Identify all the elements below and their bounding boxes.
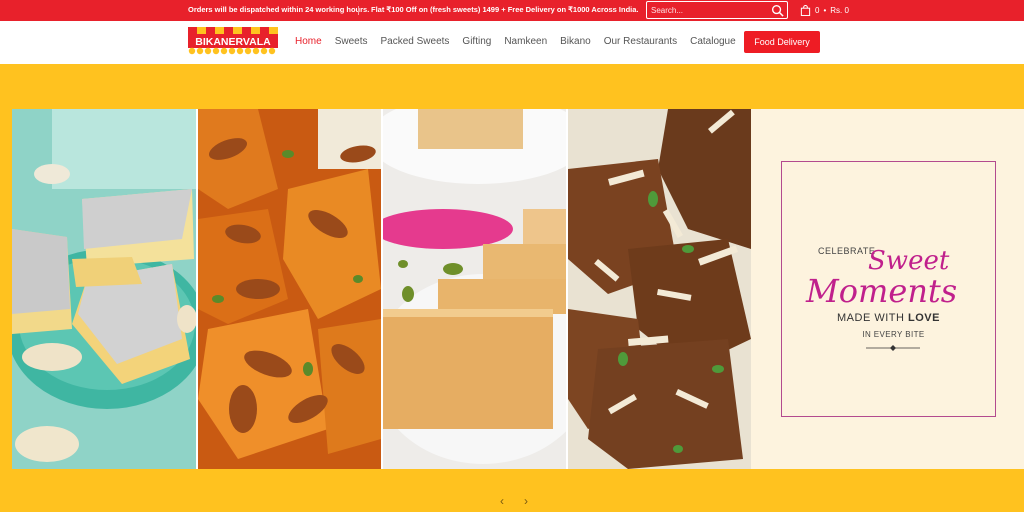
promo-card: CELEBRATE Sweet Moments MADE WITH LOVE I… <box>781 161 996 417</box>
nav-sweets[interactable]: Sweets <box>335 36 368 47</box>
cart-total: Rs. 0 <box>830 5 849 15</box>
in-every-bite-text: IN EVERY BITE <box>862 330 925 339</box>
offer-message: Flat ₹100 Off on (fresh sweets) 1499 + F… <box>371 5 639 14</box>
cart-separator: • <box>823 5 827 15</box>
dry-fruit-bite-image <box>568 109 751 469</box>
nav-home[interactable]: Home <box>295 36 322 47</box>
love-label: LOVE <box>908 312 940 324</box>
bikanervala-logo[interactable]: BIKANERVALA <box>188 27 278 57</box>
almond-sweet-image <box>198 109 381 469</box>
search-icon[interactable] <box>771 4 784 17</box>
divider <box>358 6 359 15</box>
hero-banner[interactable]: CELEBRATE Sweet Moments MADE WITH LOVE I… <box>12 109 1024 469</box>
main-navbar: BIKANERVALA Home Sweets Packed Sweets Gi… <box>0 21 1024 64</box>
carousel-next-arrow-icon[interactable]: › <box>524 494 528 508</box>
nav-gifting[interactable]: Gifting <box>462 36 491 47</box>
dispatch-message: Orders will be dispatched within 24 work… <box>188 5 370 14</box>
search-box[interactable] <box>646 1 788 19</box>
nav-our-restaurants[interactable]: Our Restaurants <box>604 36 677 47</box>
carousel-prev-arrow-icon[interactable]: ‹ <box>500 494 504 508</box>
search-input[interactable] <box>651 3 766 17</box>
soan-papdi-image <box>383 109 566 469</box>
made-with-love-text: MADE WITH LOVE <box>782 312 995 324</box>
kaju-katli-image <box>12 109 196 469</box>
nav-bikano[interactable]: Bikano <box>560 36 591 47</box>
primary-nav: Home Sweets Packed Sweets Gifting Namkee… <box>295 36 749 47</box>
ornament-divider-icon <box>866 345 920 351</box>
moments-script-text: Moments <box>806 272 958 310</box>
carousel-controls: ‹ › <box>500 494 528 508</box>
nav-packed-sweets[interactable]: Packed Sweets <box>380 36 449 47</box>
made-with-label: MADE WITH <box>837 312 905 324</box>
cart-button[interactable]: 0 • Rs. 0 <box>800 3 849 17</box>
cart-count: 0 <box>815 5 820 15</box>
logo-text: BIKANERVALA <box>195 36 271 48</box>
nav-namkeen[interactable]: Namkeen <box>504 36 547 47</box>
food-delivery-button[interactable]: Food Delivery <box>744 31 820 53</box>
nav-catalogue[interactable]: Catalogue <box>690 36 736 47</box>
bag-icon <box>800 4 811 16</box>
announcement-bar: Orders will be dispatched within 24 work… <box>0 0 1024 21</box>
